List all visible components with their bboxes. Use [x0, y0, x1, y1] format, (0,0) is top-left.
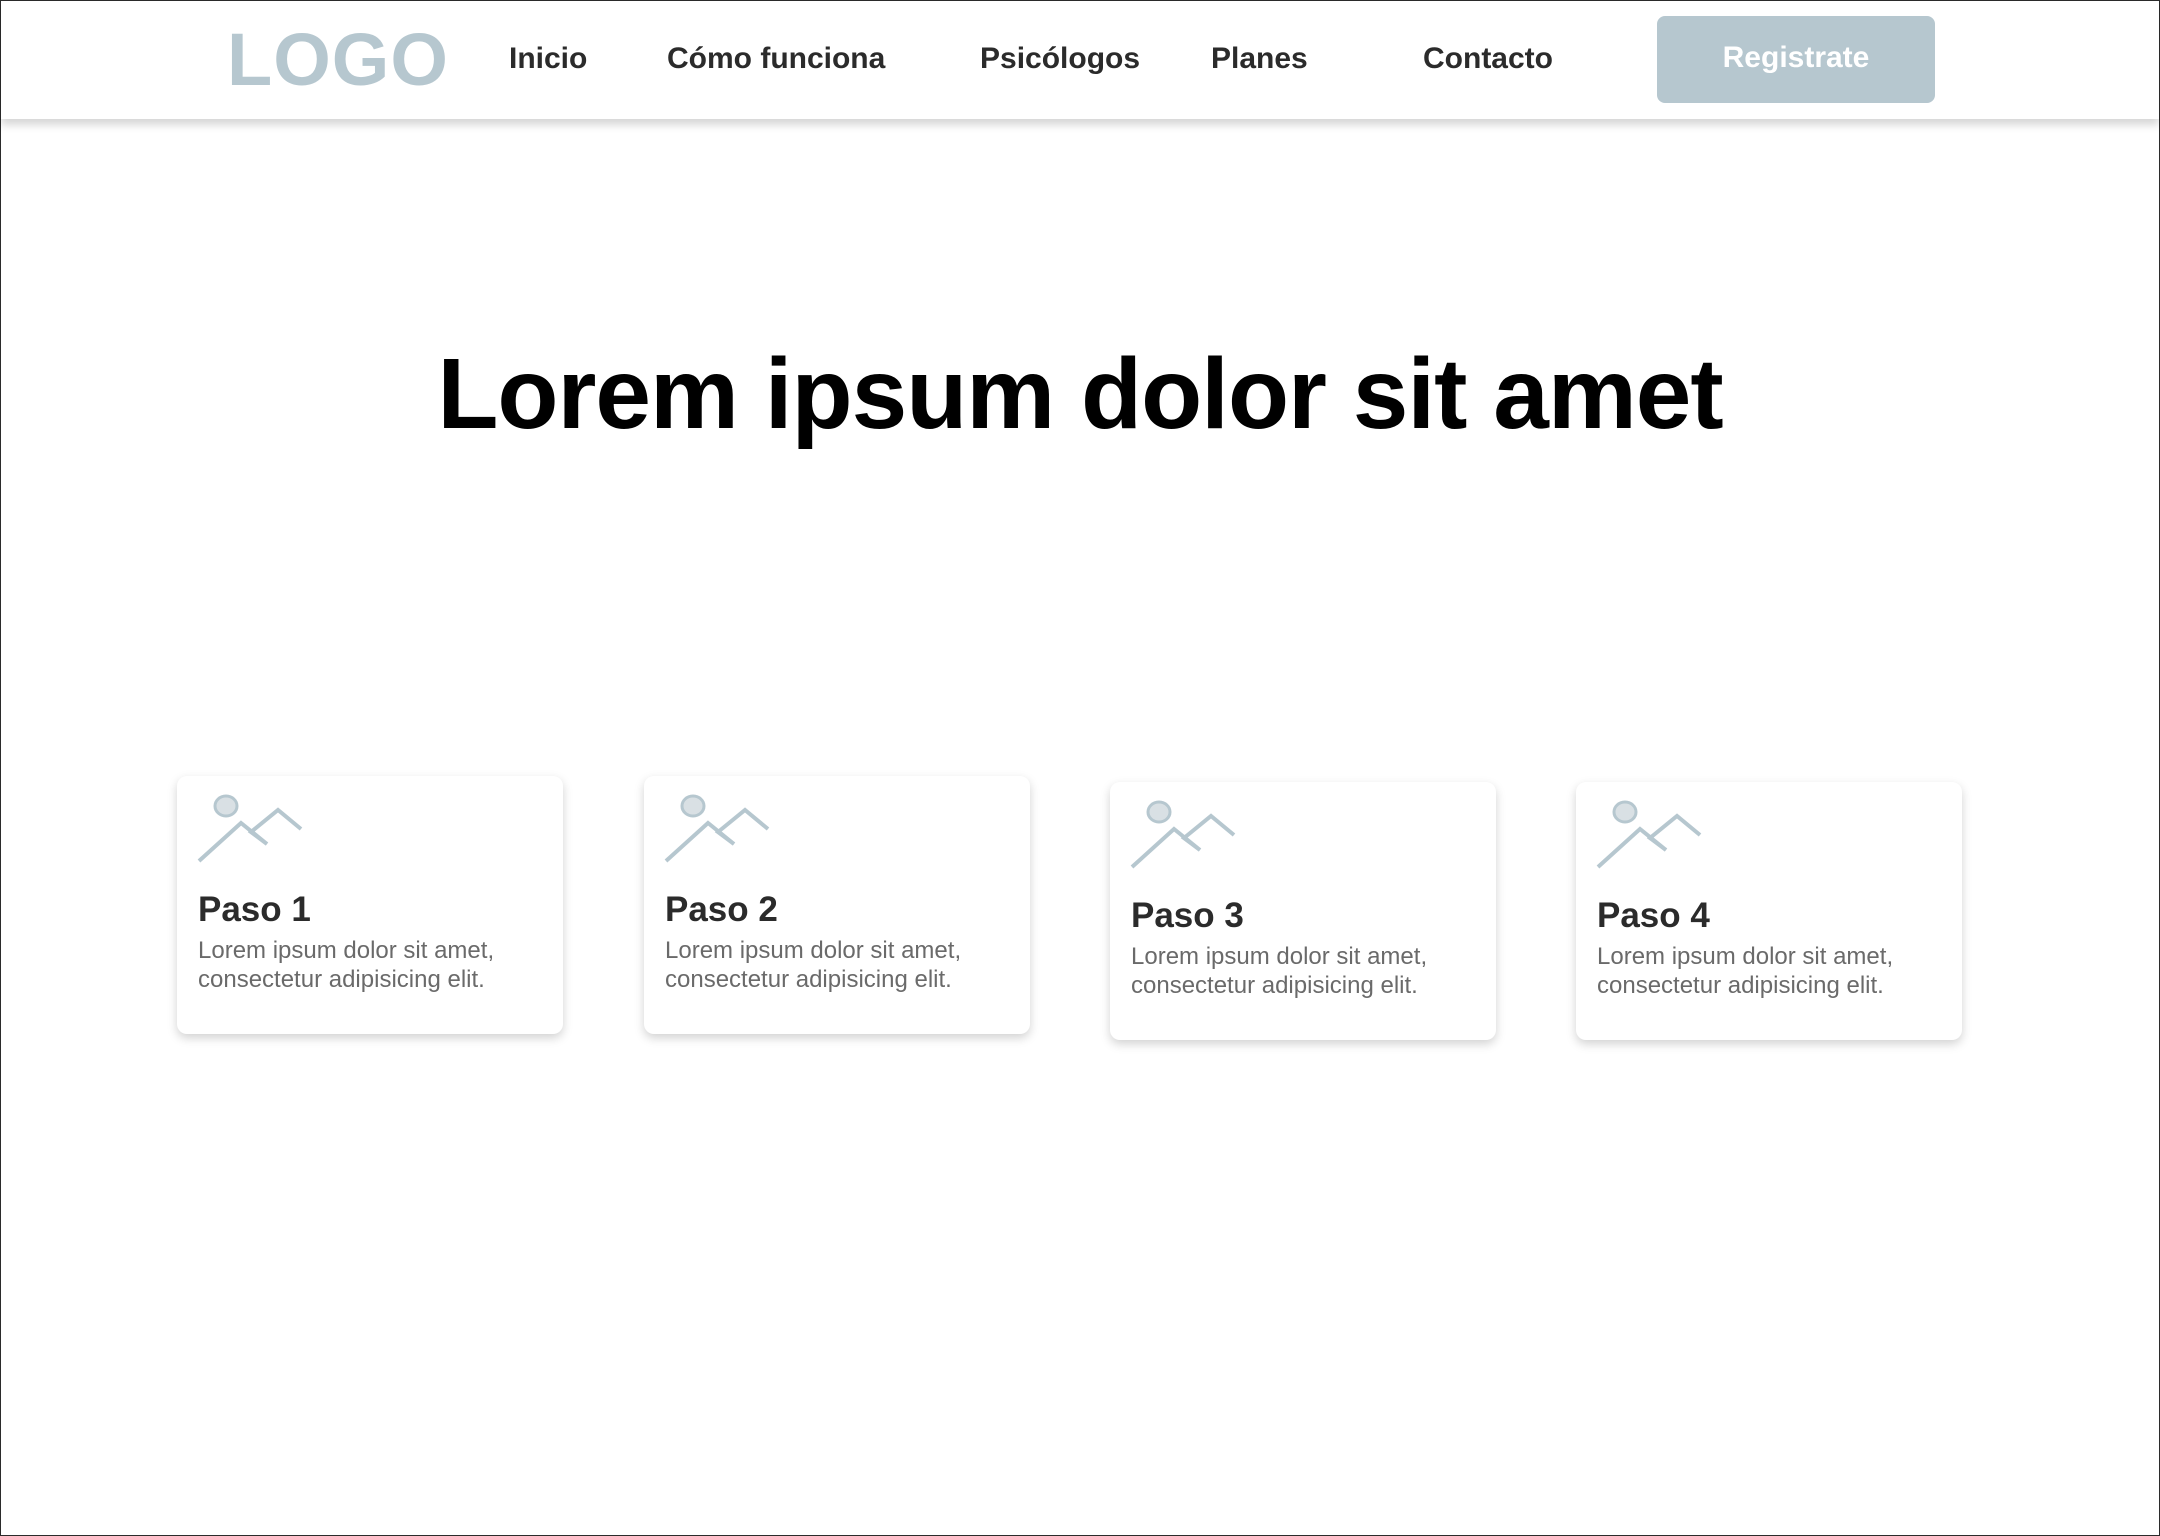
step-title: Paso 4	[1597, 896, 1710, 935]
register-button[interactable]: Registrate	[1657, 16, 1935, 103]
nav-link-planes[interactable]: Planes	[1211, 42, 1308, 76]
step-description: Lorem ipsum dolor sit amet, consectetur …	[198, 937, 495, 993]
step-title: Paso 3	[1131, 896, 1244, 935]
step-card-1: Paso 1 Lorem ipsum dolor sit amet, conse…	[177, 776, 563, 1034]
image-placeholder-icon	[664, 794, 770, 863]
image-placeholder-icon	[1596, 800, 1702, 869]
nav-link-psicologos[interactable]: Psicólogos	[980, 42, 1140, 76]
nav-link-inicio[interactable]: Inicio	[509, 42, 587, 76]
logo[interactable]: LOGO	[227, 23, 449, 97]
step-title: Paso 1	[198, 890, 311, 929]
nav-link-como-funciona[interactable]: Cómo funciona	[667, 42, 885, 76]
step-description: Lorem ipsum dolor sit amet, consectetur …	[665, 937, 962, 993]
image-placeholder-icon	[1130, 800, 1236, 869]
image-placeholder-icon	[197, 794, 303, 863]
step-description: Lorem ipsum dolor sit amet, consectetur …	[1597, 943, 1894, 999]
step-description: Lorem ipsum dolor sit amet, consectetur …	[1131, 943, 1428, 999]
hero-title: Lorem ipsum dolor sit amet	[437, 338, 1723, 450]
step-title: Paso 2	[665, 890, 778, 929]
step-card-4: Paso 4 Lorem ipsum dolor sit amet, conse…	[1576, 782, 1962, 1040]
step-card-2: Paso 2 Lorem ipsum dolor sit amet, conse…	[644, 776, 1030, 1034]
page-frame	[0, 0, 2160, 1536]
top-navbar: LOGO Inicio Cómo funciona Psicólogos Pla…	[1, 1, 2159, 119]
step-card-3: Paso 3 Lorem ipsum dolor sit amet, conse…	[1110, 782, 1496, 1040]
nav-link-contacto[interactable]: Contacto	[1423, 42, 1553, 76]
